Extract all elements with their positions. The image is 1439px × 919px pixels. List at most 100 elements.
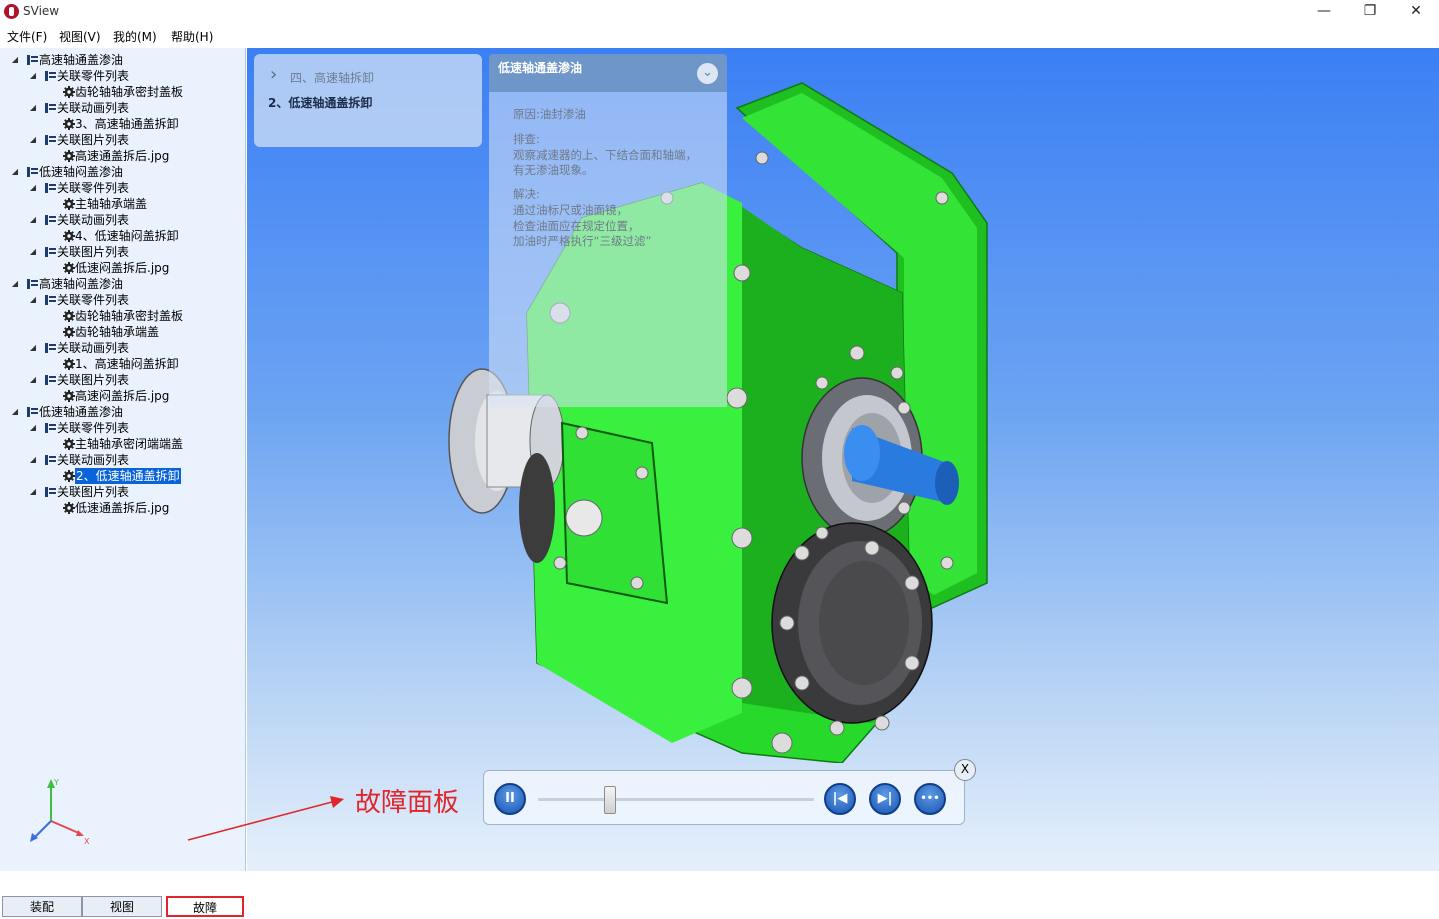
pause-button[interactable]: II: [494, 783, 526, 815]
tree-node[interactable]: 主轴轴承密闭端端盖: [0, 436, 244, 452]
tree-expand-icon[interactable]: ◢: [28, 244, 38, 260]
fault-panel-header[interactable]: 低速轴通盖渗油 ⌄: [489, 54, 727, 92]
fault-text-line: 通过油标尺或油面镜，: [513, 203, 628, 217]
tree-node[interactable]: ◢ 关联图片列表: [0, 484, 244, 500]
tree-node[interactable]: 齿轮轴轴承密封盖板: [0, 308, 244, 324]
list-icon: [45, 295, 56, 305]
svg-text:X: X: [84, 837, 90, 846]
fault-text-line: 原因:油封渗油: [513, 107, 586, 121]
tree-node[interactable]: ◢ 关联图片列表: [0, 372, 244, 388]
tree-node-label: 关联零件列表: [57, 421, 130, 435]
tree-expand-icon[interactable]: ◢: [28, 180, 38, 196]
tree-node[interactable]: ◢ 关联零件列表: [0, 180, 244, 196]
more-options-button[interactable]: •••: [914, 783, 946, 815]
menu-view[interactable]: 视图(V): [59, 28, 101, 45]
list-icon: [45, 135, 56, 145]
tab-view[interactable]: 视图: [82, 896, 162, 917]
menu-bar: 文件(F) 视图(V) 我的(M) 帮助(H): [0, 24, 1439, 47]
tree-expand-icon[interactable]: ◢: [28, 292, 38, 308]
minimize-button[interactable]: —: [1301, 0, 1347, 24]
tree-node[interactable]: 2、低速轴通盖拆卸: [0, 468, 244, 484]
menu-file[interactable]: 文件(F): [7, 28, 47, 45]
tree-node[interactable]: 高速通盖拆后.jpg: [0, 148, 244, 164]
tree-node[interactable]: ◢ 高速轴通盖渗油: [0, 52, 244, 68]
tree-node[interactable]: ◢ 关联动画列表: [0, 340, 244, 356]
tree-expand-icon[interactable]: ◢: [10, 404, 20, 420]
tree-node-label: 高速通盖拆后.jpg: [75, 149, 170, 163]
tree-node[interactable]: ◢ 关联零件列表: [0, 420, 244, 436]
app-title: SView: [23, 4, 60, 18]
tree-node[interactable]: ◢ 关联图片列表: [0, 244, 244, 260]
gear-icon: [63, 230, 75, 242]
tree-node-label: 2、低速轴通盖拆卸: [75, 468, 181, 484]
previous-button[interactable]: |◀: [824, 783, 856, 815]
tree-node[interactable]: 4、低速轴闷盖拆卸: [0, 228, 244, 244]
tree-expand-icon[interactable]: ◢: [10, 164, 20, 180]
collapse-chevron-icon[interactable]: ⌄: [697, 63, 718, 84]
chevron-right-icon[interactable]: ›: [270, 64, 277, 85]
list-icon: [45, 215, 56, 225]
tree-node[interactable]: ◢ 关联零件列表: [0, 292, 244, 308]
next-button[interactable]: ▶|: [869, 783, 901, 815]
tree-expand-icon[interactable]: ◢: [28, 100, 38, 116]
tree-node-label: 关联动画列表: [57, 101, 130, 115]
tree-expand-icon[interactable]: ◢: [28, 420, 38, 436]
tree-node[interactable]: 3、高速轴通盖拆卸: [0, 116, 244, 132]
tree-node[interactable]: ◢ 关联图片列表: [0, 132, 244, 148]
tree-node-label: 低速轴通盖渗油: [39, 405, 124, 419]
gear-icon: [63, 198, 75, 210]
tree-node[interactable]: 齿轮轴轴承端盖: [0, 324, 244, 340]
tree-expand-icon[interactable]: ◢: [10, 276, 20, 292]
tree-node[interactable]: ◢ 低速轴闷盖渗油: [0, 164, 244, 180]
tree-node[interactable]: 1、高速轴闷盖拆卸: [0, 356, 244, 372]
tab-fault[interactable]: 故障: [166, 896, 244, 917]
fault-text-line: 观察减速器的上、下结合面和轴端，: [513, 148, 697, 162]
tree-expand-icon[interactable]: ◢: [10, 52, 20, 68]
restore-button[interactable]: ❐: [1347, 0, 1393, 24]
fault-text-line: 排查:: [513, 132, 540, 146]
tree-node-label: 1、高速轴闷盖拆卸: [75, 357, 179, 371]
menu-mine[interactable]: 我的(M): [113, 28, 157, 45]
tree-node-label: 低速闷盖拆后.jpg: [75, 261, 170, 275]
tree-node-label: 关联动画列表: [57, 341, 130, 355]
tree-expand-icon[interactable]: ◢: [28, 340, 38, 356]
tree-node-label: 主轴轴承端盖: [75, 197, 148, 211]
3d-viewport[interactable]: › 四、高速轴拆卸 2、低速轴通盖拆卸 低速轴通盖渗油 ⌄ 原因:油封渗油 排查:…: [247, 48, 1439, 871]
close-player-button[interactable]: X: [954, 759, 976, 781]
tree-expand-icon[interactable]: ◢: [28, 372, 38, 388]
tree-expand-icon[interactable]: ◢: [28, 452, 38, 468]
tree-expand-icon[interactable]: ◢: [28, 212, 38, 228]
tree-node[interactable]: 高速闷盖拆后.jpg: [0, 388, 244, 404]
tab-assembly[interactable]: 装配: [2, 896, 82, 917]
progress-slider-thumb[interactable]: [603, 786, 616, 814]
tree-node[interactable]: ◢ 低速轴通盖渗油: [0, 404, 244, 420]
list-icon: [45, 247, 56, 257]
list-icon: [45, 455, 56, 465]
tree-node[interactable]: ◢ 关联动画列表: [0, 452, 244, 468]
tree-node[interactable]: 低速通盖拆后.jpg: [0, 500, 244, 516]
tree-node[interactable]: ◢ 关联动画列表: [0, 100, 244, 116]
tree-expand-icon[interactable]: ◢: [28, 68, 38, 84]
tree-node-label: 3、高速轴通盖拆卸: [75, 117, 179, 131]
tree-node-label: 关联零件列表: [57, 181, 130, 195]
tree-node-label: 关联零件列表: [57, 69, 130, 83]
close-window-button[interactable]: ✕: [1393, 0, 1439, 24]
tree-node[interactable]: 齿轮轴轴承密封盖板: [0, 84, 244, 100]
tree-node[interactable]: 主轴轴承端盖: [0, 196, 244, 212]
progress-slider-track[interactable]: [538, 798, 814, 801]
tree-node-label: 主轴轴承密闭端端盖: [75, 437, 184, 451]
tree-node[interactable]: ◢ 关联零件列表: [0, 68, 244, 84]
tree-node[interactable]: ◢ 高速轴闷盖渗油: [0, 276, 244, 292]
breadcrumb-parent[interactable]: 四、高速轴拆卸: [290, 69, 374, 86]
fault-text-line: 加油时严格执行“三级过滤”: [513, 234, 652, 248]
tree-node-label: 齿轮轴轴承密封盖板: [75, 309, 184, 323]
fault-text-line: 检查油面应在规定位置，: [513, 219, 640, 233]
tree-node[interactable]: ◢ 关联动画列表: [0, 212, 244, 228]
menu-help[interactable]: 帮助(H): [171, 28, 213, 45]
axis-triad-icon: Y X: [30, 778, 90, 846]
tree-expand-icon[interactable]: ◢: [28, 484, 38, 500]
tree-expand-icon[interactable]: ◢: [28, 132, 38, 148]
tree-node-label: 关联图片列表: [57, 373, 130, 387]
fault-panel-title: 低速轴通盖渗油: [498, 61, 583, 75]
tree-node[interactable]: 低速闷盖拆后.jpg: [0, 260, 244, 276]
